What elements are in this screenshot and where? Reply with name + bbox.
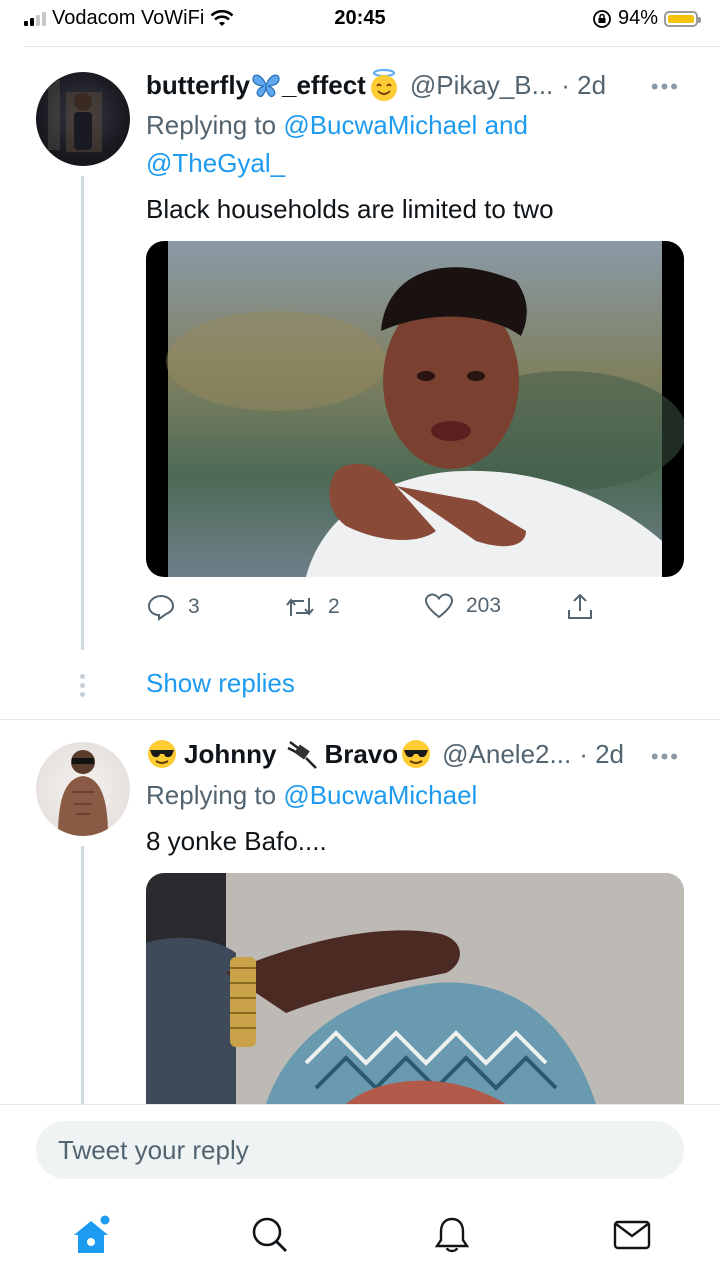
tab-bar (0, 1205, 720, 1265)
tab-notifications[interactable] (432, 1215, 472, 1255)
reply-count: 3 (188, 595, 200, 618)
more-options-icon[interactable]: ••• (651, 74, 680, 100)
like-count: 203 (466, 594, 502, 617)
retweet-count: 2 (328, 595, 340, 618)
mention-link[interactable]: @BucwaMichael (283, 110, 477, 140)
battery-icon (664, 10, 701, 27)
tweet-text: 8 yonke Bafo.... (146, 826, 327, 856)
reply-icon (147, 594, 175, 621)
user-handle[interactable]: @Pikay_B... (410, 70, 553, 101)
replying-to: Replying to @BucwaMichael and @TheGyal_ (146, 106, 666, 182)
avatar[interactable] (36, 742, 130, 836)
share-icon (568, 593, 592, 619)
tweet-actions: 3 2 203 (146, 592, 616, 626)
user-handle[interactable]: @Anele2... (442, 739, 571, 770)
status-bar: Vodacom VoWiFi 20:45 94% (0, 0, 720, 36)
smiling-halo-face-icon (370, 68, 397, 101)
display-name[interactable]: butterfly (146, 70, 250, 101)
battery-percent: 94% (617, 7, 658, 29)
replying-prefix: Replying to (146, 780, 277, 810)
more-options-icon[interactable]: ••• (651, 744, 680, 770)
reply-input[interactable]: Tweet your reply (36, 1121, 684, 1179)
reply-placeholder: Tweet your reply (58, 1134, 249, 1165)
avatar[interactable] (36, 72, 130, 166)
tweet-divider (0, 719, 720, 720)
mention-and[interactable]: and (485, 110, 528, 140)
mention-link[interactable]: @BucwaMichael (283, 780, 477, 810)
share-button[interactable] (566, 592, 594, 622)
top-divider (24, 46, 720, 47)
search-icon (252, 1217, 287, 1252)
timestamp: · 2d (561, 69, 607, 100)
heart-icon (424, 593, 454, 619)
tweet-image[interactable] (146, 873, 684, 1104)
tweet-header: butterfly _effect @Pikay_B... · 2d (146, 68, 606, 102)
tweet-image[interactable] (146, 241, 684, 577)
thread-line (81, 846, 84, 1104)
reply-button[interactable]: 3 (146, 592, 200, 622)
retweet-icon (286, 598, 314, 616)
tab-search[interactable] (250, 1215, 290, 1255)
display-name-2[interactable]: Bravo (324, 739, 398, 770)
mention-link[interactable]: @TheGyal_ (146, 148, 285, 178)
display-name[interactable]: Johnny (184, 739, 276, 770)
mail-icon (613, 1220, 651, 1250)
thread-dots (80, 674, 85, 701)
plug-icon (287, 741, 318, 769)
sunglasses-face-icon (148, 740, 176, 768)
butterfly-icon (252, 74, 280, 98)
bell-icon (434, 1217, 470, 1253)
like-button[interactable]: 203 (424, 592, 501, 620)
retweet-button[interactable]: 2 (284, 592, 340, 622)
tweet-text: Black households are limited to two (146, 194, 554, 224)
replying-prefix: Replying to (146, 110, 277, 140)
sunglasses-face-icon (402, 740, 431, 768)
tab-home[interactable] (70, 1215, 110, 1255)
replying-to: Replying to @BucwaMichael (146, 776, 477, 814)
display-name-suffix[interactable]: _effect (282, 70, 366, 101)
tab-messages[interactable] (612, 1215, 652, 1255)
tweet-header: Johnny Bravo @Anele2... · 2d (146, 738, 624, 770)
orientation-lock-icon (593, 9, 611, 28)
timestamp: · 2d (579, 738, 624, 769)
home-icon (74, 1215, 110, 1253)
bottom-bar: Tweet your reply (0, 1104, 720, 1281)
thread-line (81, 176, 84, 650)
show-replies-link[interactable]: Show replies (146, 668, 295, 699)
status-right: 94% (592, 7, 701, 30)
